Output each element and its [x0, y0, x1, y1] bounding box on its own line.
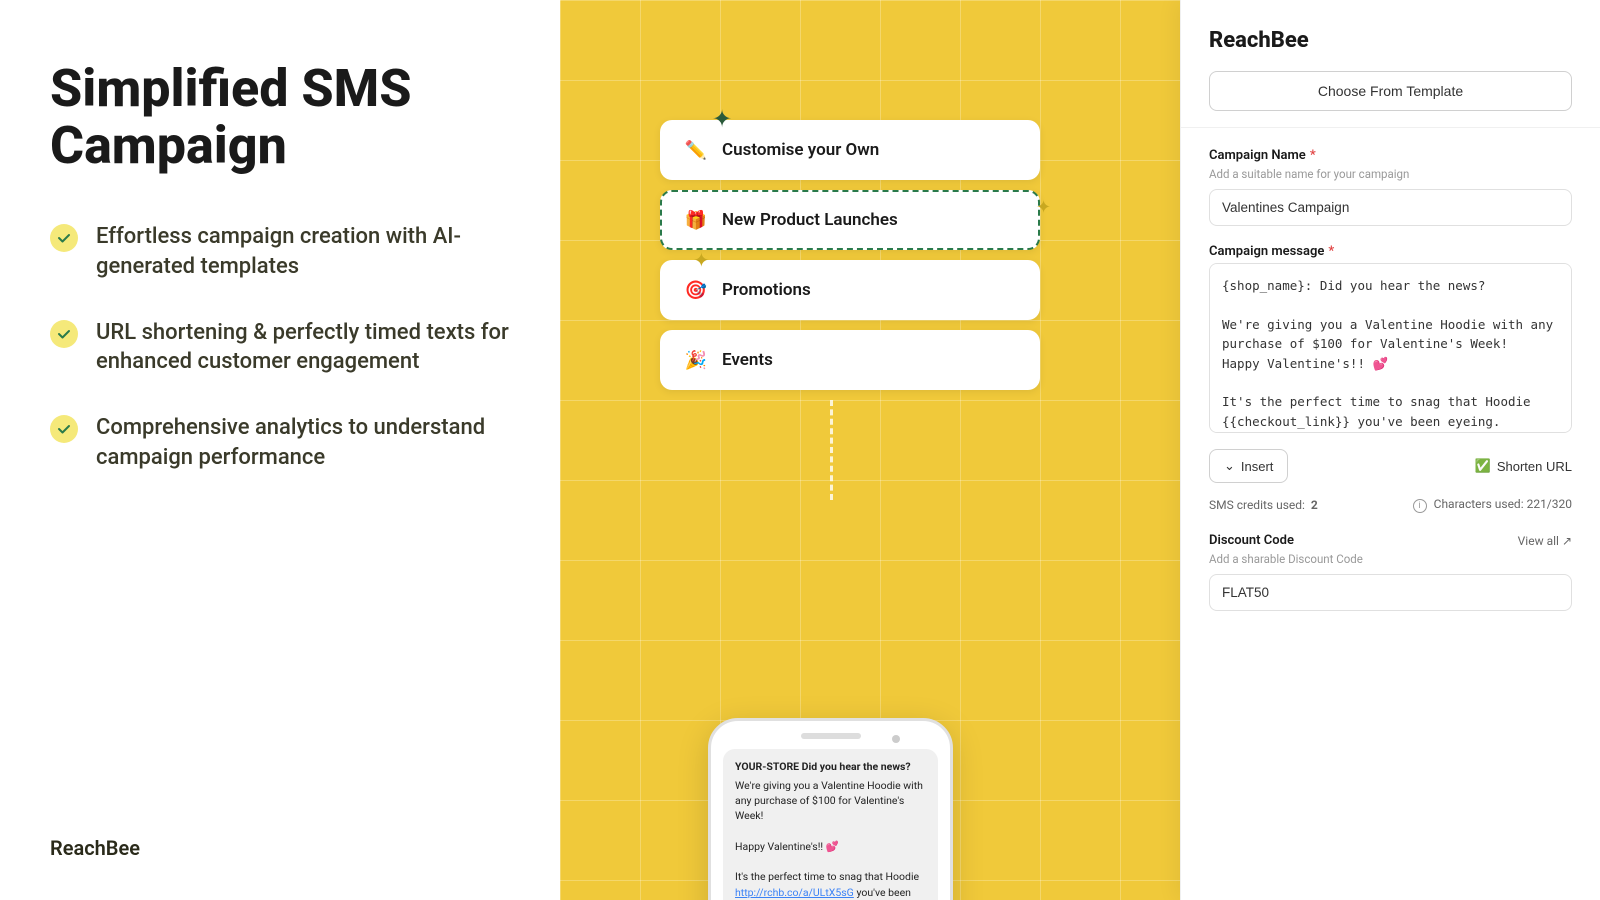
phone-dot	[892, 735, 900, 743]
discount-header: Discount Code View all ↗	[1209, 533, 1572, 548]
phone-link[interactable]: http://rchb.co/a/ULtX5sG	[735, 886, 854, 899]
external-link-icon: ↗	[1562, 534, 1572, 548]
phone-notch	[801, 733, 861, 739]
right-header: ReachBee Choose From Template	[1181, 0, 1600, 128]
choose-template-button[interactable]: Choose From Template	[1209, 71, 1572, 111]
feature-text-2: URL shortening & perfectly timed texts f…	[96, 318, 510, 377]
menu-card-new-product-label: New Product Launches	[722, 210, 898, 230]
sparkle-icon-1: ✦	[712, 105, 732, 133]
menu-card-promotions[interactable]: 🎯 Promotions	[660, 260, 1040, 320]
menu-cards-container: ✏️ Customise your Own 🎁 New Product Laun…	[660, 120, 1040, 390]
menu-card-customise-label: Customise your Own	[722, 140, 879, 160]
chevron-down-icon: ⌄	[1224, 458, 1235, 474]
shorten-url-button[interactable]: ✅ Shorten URL	[1475, 458, 1572, 474]
phone-message-line1: We're giving you a Valentine Hoodie with…	[735, 779, 923, 822]
check-circle-icon: ✅	[1475, 458, 1491, 474]
phone-message-line2: Happy Valentine's!! 💕	[735, 840, 839, 853]
message-actions: ⌄ Insert ✅ Shorten URL	[1209, 449, 1572, 483]
feature-text-1: Effortless campaign creation with AI-gen…	[96, 222, 510, 281]
sms-credits-info: SMS credits used: 2	[1209, 498, 1318, 512]
insert-button[interactable]: ⌄ Insert	[1209, 449, 1288, 483]
info-icon: i	[1413, 499, 1427, 513]
feature-item-1: Effortless campaign creation with AI-gen…	[50, 222, 510, 281]
check-icon-3	[50, 415, 78, 443]
feature-item-3: Comprehensive analytics to understand ca…	[50, 413, 510, 472]
campaign-name-input[interactable]	[1209, 189, 1572, 226]
phone-message-bubble: YOUR-STORE Did you hear the news? We're …	[723, 749, 938, 900]
events-icon: 🎉	[682, 346, 710, 374]
credits-row: SMS credits used: 2 i Characters used: 2…	[1209, 497, 1572, 513]
feature-item-2: URL shortening & perfectly timed texts f…	[50, 318, 510, 377]
campaign-message-required: *	[1328, 244, 1334, 259]
new-product-icon: 🎁	[682, 206, 710, 234]
feature-list: Effortless campaign creation with AI-gen…	[50, 222, 510, 472]
discount-code-input[interactable]	[1209, 574, 1572, 611]
characters-info: i Characters used: 221/320	[1413, 497, 1572, 513]
campaign-name-required: *	[1310, 148, 1316, 163]
brand-footer: ReachBee	[50, 836, 510, 860]
main-heading: Simplified SMS Campaign	[50, 60, 510, 174]
discount-code-label: Discount Code	[1209, 533, 1294, 548]
discount-section: Discount Code View all ↗ Add a sharable …	[1209, 533, 1572, 611]
view-all-link[interactable]: View all ↗	[1518, 534, 1572, 548]
menu-card-events-label: Events	[722, 350, 773, 370]
right-brand: ReachBee	[1209, 28, 1572, 53]
menu-card-events[interactable]: 🎉 Events	[660, 330, 1040, 390]
campaign-name-hint: Add a suitable name for your campaign	[1209, 167, 1572, 181]
campaign-message-textarea[interactable]: {shop_name}: Did you hear the news? We'r…	[1209, 263, 1572, 433]
dashed-connector	[830, 400, 833, 500]
middle-panel: ✦ ✦ ✦ ✏️ Customise your Own 🎁 New Produc…	[560, 0, 1180, 900]
check-icon-2	[50, 320, 78, 348]
menu-card-new-product[interactable]: 🎁 New Product Launches	[660, 190, 1040, 250]
check-icon-1	[50, 224, 78, 252]
promotions-icon: 🎯	[682, 276, 710, 304]
right-body: Campaign Name * Add a suitable name for …	[1181, 128, 1600, 900]
campaign-message-label: Campaign message *	[1209, 244, 1572, 259]
customise-icon: ✏️	[682, 136, 710, 164]
sparkle-icon-3: ✦	[693, 248, 710, 272]
left-panel: Simplified SMS Campaign Effortless campa…	[0, 0, 560, 900]
campaign-name-label: Campaign Name *	[1209, 148, 1572, 163]
right-panel: ReachBee Choose From Template Campaign N…	[1180, 0, 1600, 900]
discount-hint: Add a sharable Discount Code	[1209, 552, 1572, 566]
sparkle-icon-2: ✦	[1036, 197, 1051, 218]
feature-text-3: Comprehensive analytics to understand ca…	[96, 413, 510, 472]
phone-store-name: YOUR-STORE Did you hear the news?	[735, 759, 926, 774]
menu-card-promotions-label: Promotions	[722, 280, 811, 300]
phone-mockup: YOUR-STORE Did you hear the news? We're …	[708, 718, 953, 900]
phone-message-line3: It's the perfect time to snag that Hoodi…	[735, 870, 919, 883]
